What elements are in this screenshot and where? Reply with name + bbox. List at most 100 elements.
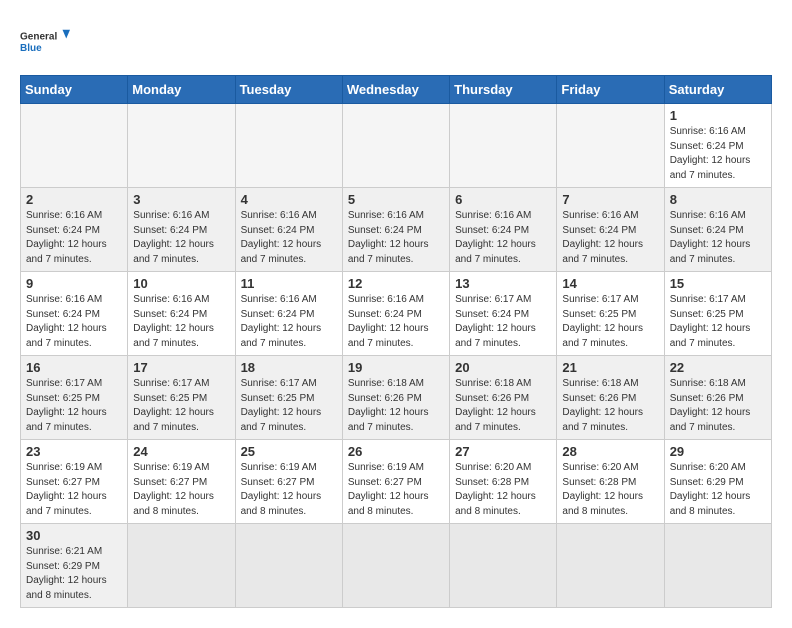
day-number: 20 [455,360,551,375]
day-number: 26 [348,444,444,459]
day-info: Sunrise: 6:16 AM Sunset: 6:24 PM Dayligh… [241,209,337,267]
col-header-thursday: Thursday [450,76,557,104]
calendar-cell: 24 Sunrise: 6:19 AM Sunset: 6:27 PM Dayli… [128,440,235,524]
day-info: Sunrise: 6:16 AM Sunset: 6:24 PM Dayligh… [241,293,337,351]
day-number: 30 [26,528,122,543]
day-number: 28 [562,444,658,459]
day-info: Sunrise: 6:18 AM Sunset: 6:26 PM Dayligh… [562,377,658,435]
calendar-cell: 30 Sunrise: 6:21 AM Sunset: 6:29 PM Dayli… [21,524,128,608]
day-info: Sunrise: 6:17 AM Sunset: 6:25 PM Dayligh… [241,377,337,435]
col-header-friday: Friday [557,76,664,104]
calendar-cell [557,524,664,608]
day-number: 13 [455,276,551,291]
calendar-cell [128,524,235,608]
calendar-cell: 14 Sunrise: 6:17 AM Sunset: 6:25 PM Dayli… [557,272,664,356]
day-info: Sunrise: 6:18 AM Sunset: 6:26 PM Dayligh… [348,377,444,435]
calendar-cell: 1 Sunrise: 6:16 AM Sunset: 6:24 PM Daylig… [664,104,771,188]
logo-svg: General Blue [20,20,70,65]
calendar-cell [664,524,771,608]
calendar-cell: 11 Sunrise: 6:16 AM Sunset: 6:24 PM Dayli… [235,272,342,356]
day-info: Sunrise: 6:20 AM Sunset: 6:28 PM Dayligh… [562,461,658,519]
day-number: 15 [670,276,766,291]
day-number: 17 [133,360,229,375]
day-info: Sunrise: 6:19 AM Sunset: 6:27 PM Dayligh… [348,461,444,519]
day-number: 25 [241,444,337,459]
logo: General Blue [20,20,70,65]
day-number: 1 [670,108,766,123]
day-info: Sunrise: 6:16 AM Sunset: 6:24 PM Dayligh… [133,293,229,351]
day-info: Sunrise: 6:19 AM Sunset: 6:27 PM Dayligh… [241,461,337,519]
day-info: Sunrise: 6:16 AM Sunset: 6:24 PM Dayligh… [670,125,766,183]
day-info: Sunrise: 6:21 AM Sunset: 6:29 PM Dayligh… [26,545,122,603]
day-number: 18 [241,360,337,375]
day-number: 12 [348,276,444,291]
calendar-table: SundayMondayTuesdayWednesdayThursdayFrid… [20,75,772,608]
day-info: Sunrise: 6:16 AM Sunset: 6:24 PM Dayligh… [348,209,444,267]
calendar-cell: 10 Sunrise: 6:16 AM Sunset: 6:24 PM Dayli… [128,272,235,356]
calendar-cell: 25 Sunrise: 6:19 AM Sunset: 6:27 PM Dayli… [235,440,342,524]
day-info: Sunrise: 6:16 AM Sunset: 6:24 PM Dayligh… [26,209,122,267]
calendar-cell: 4 Sunrise: 6:16 AM Sunset: 6:24 PM Daylig… [235,188,342,272]
calendar-cell: 15Sunrise: 6:17 AM Sunset: 6:25 PM Dayli… [664,272,771,356]
day-info: Sunrise: 6:20 AM Sunset: 6:28 PM Dayligh… [455,461,551,519]
day-info: Sunrise: 6:18 AM Sunset: 6:26 PM Dayligh… [670,377,766,435]
day-number: 8 [670,192,766,207]
day-number: 7 [562,192,658,207]
calendar-cell: 6Sunrise: 6:16 AM Sunset: 6:24 PM Daylig… [450,188,557,272]
day-info: Sunrise: 6:16 AM Sunset: 6:24 PM Dayligh… [670,209,766,267]
calendar-cell: 16 Sunrise: 6:17 AM Sunset: 6:25 PM Dayli… [21,356,128,440]
col-header-sunday: Sunday [21,76,128,104]
day-number: 5 [348,192,444,207]
day-number: 11 [241,276,337,291]
day-number: 22 [670,360,766,375]
day-number: 4 [241,192,337,207]
calendar-cell: 27Sunrise: 6:20 AM Sunset: 6:28 PM Dayli… [450,440,557,524]
day-info: Sunrise: 6:19 AM Sunset: 6:27 PM Dayligh… [26,461,122,519]
col-header-wednesday: Wednesday [342,76,449,104]
calendar-cell: 22 Sunrise: 6:18 AM Sunset: 6:26 PM Dayli… [664,356,771,440]
calendar-cell [342,104,449,188]
day-number: 16 [26,360,122,375]
day-info: Sunrise: 6:20 AM Sunset: 6:29 PM Dayligh… [670,461,766,519]
calendar-cell [235,104,342,188]
calendar-cell [128,104,235,188]
day-number: 2 [26,192,122,207]
day-number: 21 [562,360,658,375]
day-info: Sunrise: 6:16 AM Sunset: 6:24 PM Dayligh… [562,209,658,267]
day-info: Sunrise: 6:16 AM Sunset: 6:24 PM Dayligh… [26,293,122,351]
calendar-cell [21,104,128,188]
calendar-cell: 17 Sunrise: 6:17 AM Sunset: 6:25 PM Dayli… [128,356,235,440]
day-info: Sunrise: 6:17 AM Sunset: 6:25 PM Dayligh… [26,377,122,435]
calendar-cell: 12 Sunrise: 6:16 AM Sunset: 6:24 PM Dayli… [342,272,449,356]
calendar-cell: 18 Sunrise: 6:17 AM Sunset: 6:25 PM Dayli… [235,356,342,440]
calendar-cell: 9Sunrise: 6:16 AM Sunset: 6:24 PM Daylig… [21,272,128,356]
day-info: Sunrise: 6:18 AM Sunset: 6:26 PM Dayligh… [455,377,551,435]
calendar-cell: 28 Sunrise: 6:20 AM Sunset: 6:28 PM Dayli… [557,440,664,524]
day-number: 14 [562,276,658,291]
calendar-cell [450,104,557,188]
calendar-cell [342,524,449,608]
day-info: Sunrise: 6:16 AM Sunset: 6:24 PM Dayligh… [348,293,444,351]
day-number: 24 [133,444,229,459]
page-header: General Blue [20,20,772,65]
day-number: 23 [26,444,122,459]
calendar-cell [235,524,342,608]
calendar-cell: 29Sunrise: 6:20 AM Sunset: 6:29 PM Dayli… [664,440,771,524]
day-info: Sunrise: 6:16 AM Sunset: 6:24 PM Dayligh… [133,209,229,267]
calendar-cell: 21 Sunrise: 6:18 AM Sunset: 6:26 PM Dayli… [557,356,664,440]
day-number: 10 [133,276,229,291]
day-info: Sunrise: 6:17 AM Sunset: 6:24 PM Dayligh… [455,293,551,351]
day-number: 19 [348,360,444,375]
day-info: Sunrise: 6:19 AM Sunset: 6:27 PM Dayligh… [133,461,229,519]
col-header-tuesday: Tuesday [235,76,342,104]
col-header-monday: Monday [128,76,235,104]
day-info: Sunrise: 6:17 AM Sunset: 6:25 PM Dayligh… [562,293,658,351]
svg-text:General: General [20,32,57,43]
calendar-cell: 19 Sunrise: 6:18 AM Sunset: 6:26 PM Dayli… [342,356,449,440]
day-info: Sunrise: 6:17 AM Sunset: 6:25 PM Dayligh… [133,377,229,435]
calendar-cell: 20 Sunrise: 6:18 AM Sunset: 6:26 PM Dayli… [450,356,557,440]
calendar-cell: 3 Sunrise: 6:16 AM Sunset: 6:24 PM Daylig… [128,188,235,272]
calendar-cell: 5 Sunrise: 6:16 AM Sunset: 6:24 PM Daylig… [342,188,449,272]
calendar-cell: 7 Sunrise: 6:16 AM Sunset: 6:24 PM Daylig… [557,188,664,272]
day-number: 3 [133,192,229,207]
